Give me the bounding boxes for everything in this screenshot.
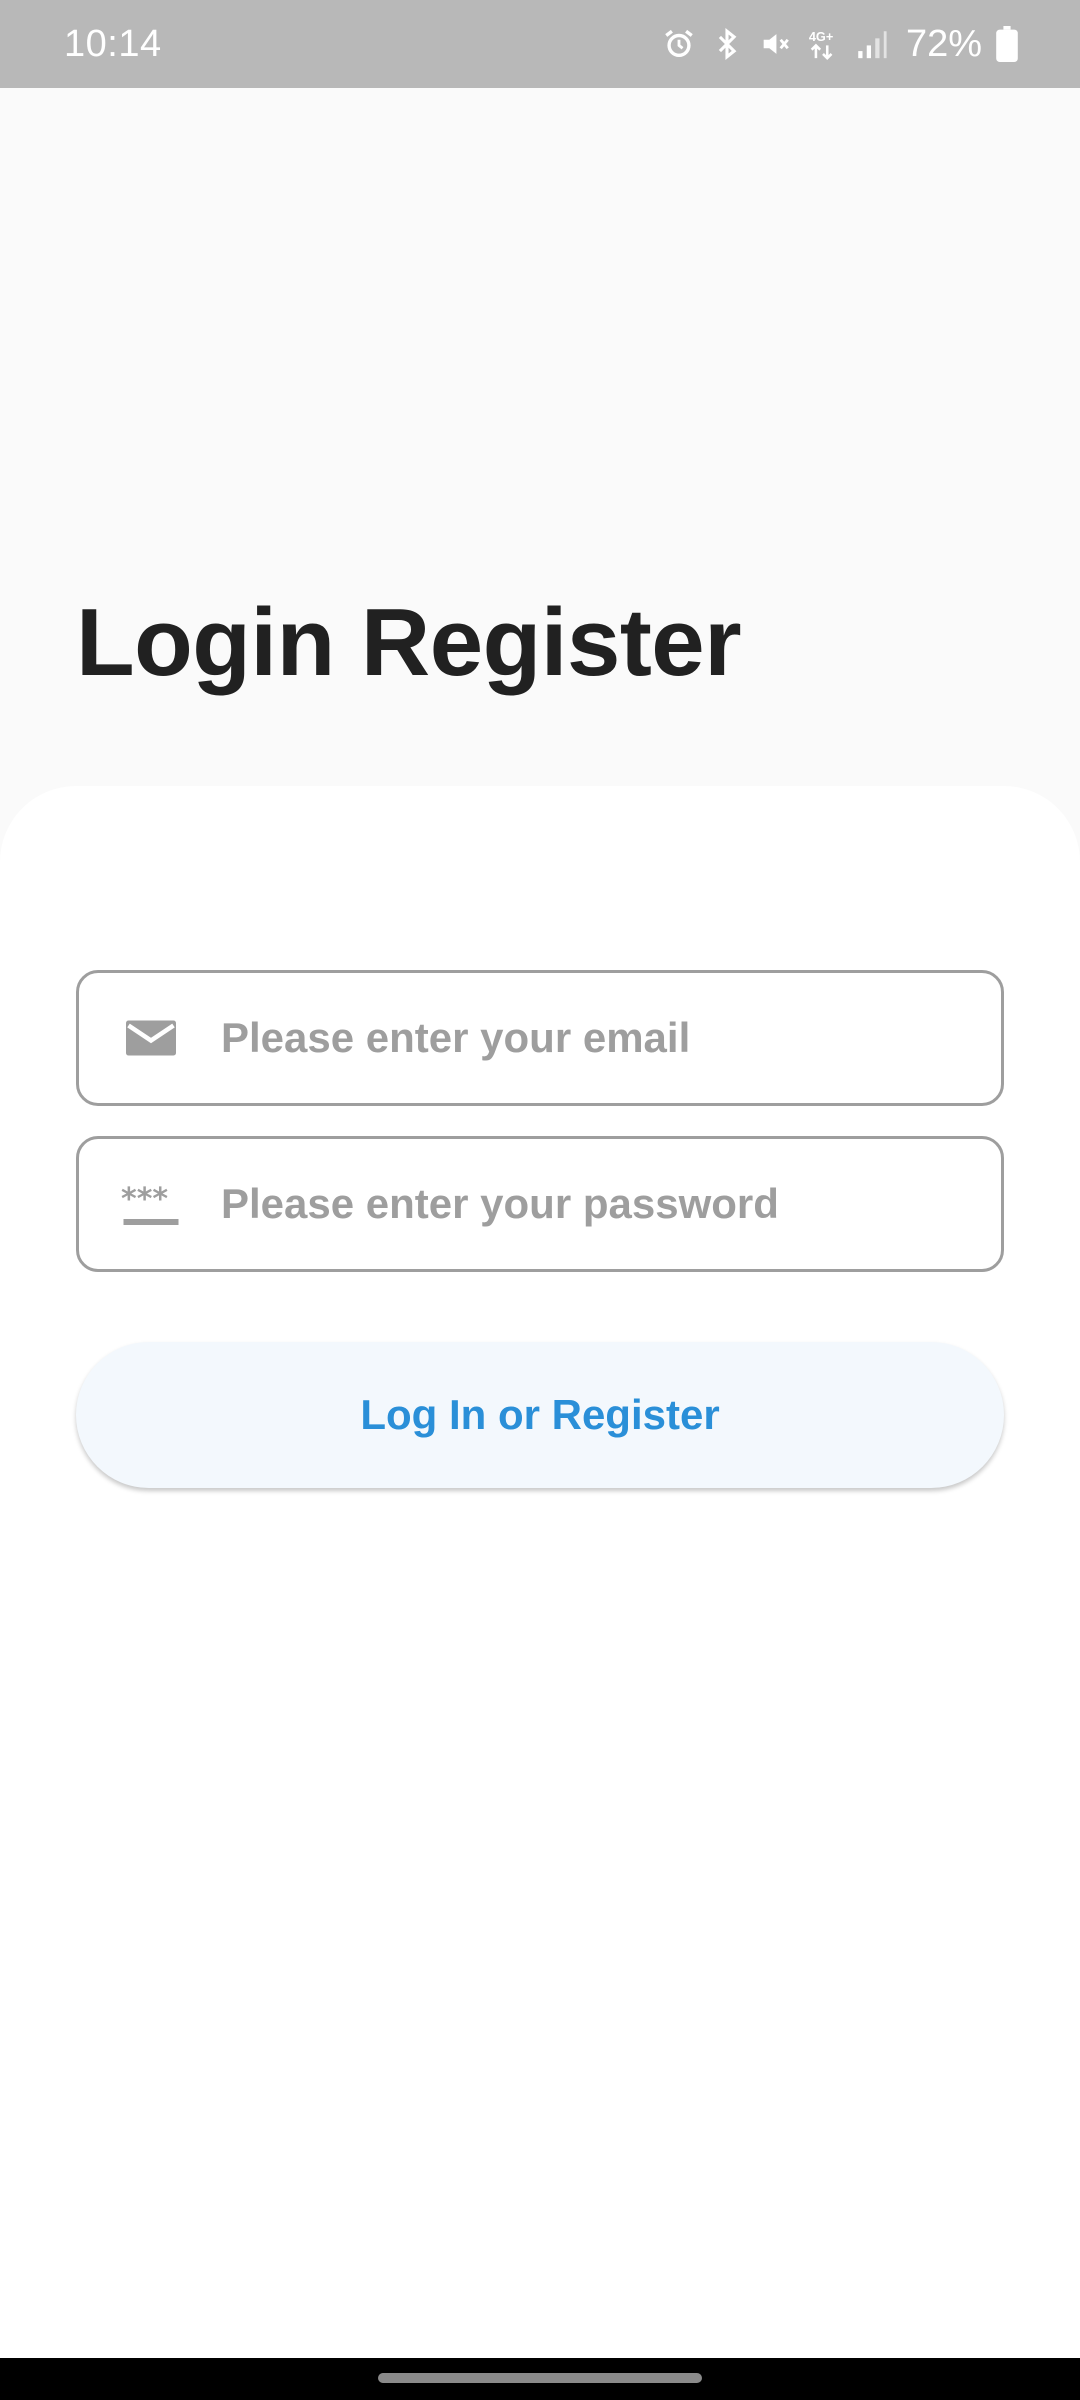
mute-icon (758, 27, 792, 61)
battery-icon (996, 26, 1018, 63)
svg-text:4G+: 4G+ (809, 29, 833, 44)
home-indicator[interactable] (378, 2373, 702, 2383)
svg-text:***: *** (121, 1182, 168, 1217)
password-icon: *** (121, 1174, 181, 1234)
alarm-icon (662, 27, 696, 61)
signal-icon (854, 27, 888, 61)
email-input[interactable] (221, 1014, 941, 1062)
password-input[interactable] (221, 1180, 941, 1228)
login-register-button[interactable]: Log In or Register (76, 1342, 1004, 1488)
status-bar: 10:14 4G+ 72% (0, 0, 1080, 88)
bluetooth-icon (710, 27, 744, 61)
status-time: 10:14 (64, 22, 162, 65)
header-area (0, 88, 1080, 848)
password-field[interactable]: *** (76, 1136, 1004, 1272)
battery-percentage: 72% (905, 22, 982, 65)
page-title: Login Register (76, 589, 742, 696)
network-4g-icon: 4G+ (806, 27, 840, 61)
email-icon (121, 1008, 181, 1068)
email-field[interactable] (76, 970, 1004, 1106)
navigation-bar (0, 2358, 1080, 2400)
status-icons: 4G+ 72% (662, 23, 1018, 66)
